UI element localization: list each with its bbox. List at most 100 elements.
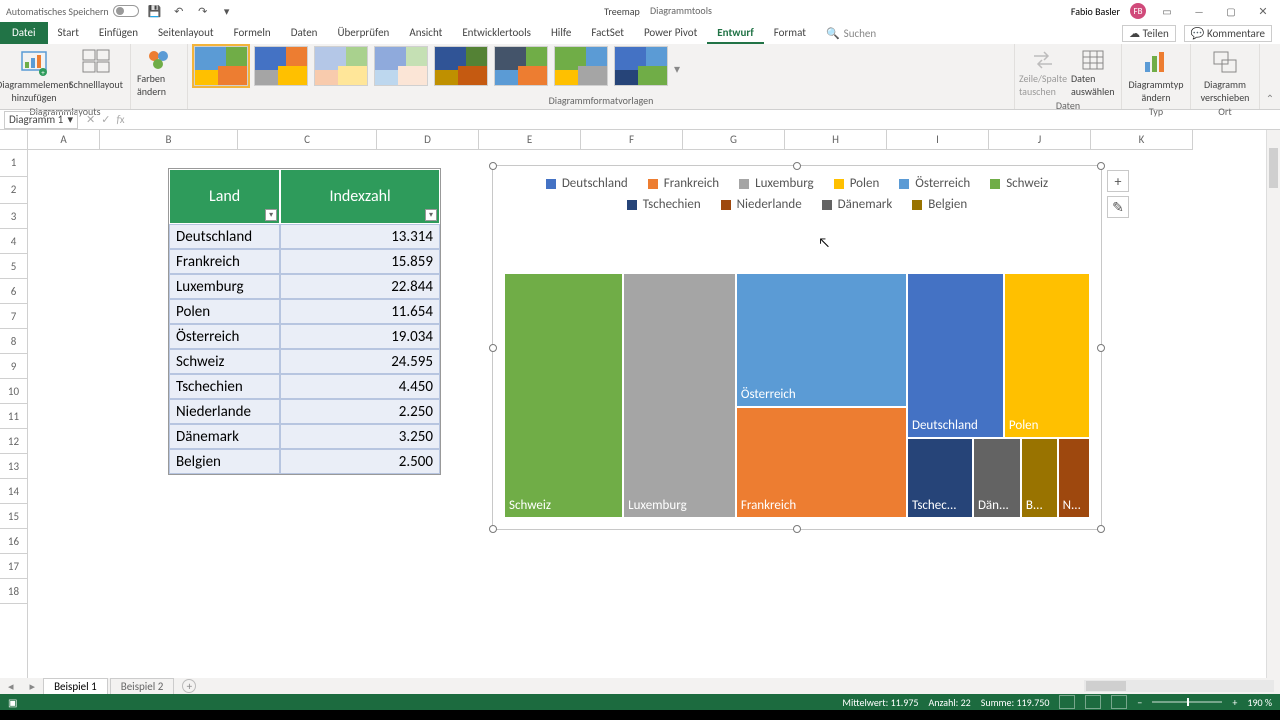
chart-style-gallery[interactable]: ▾ (194, 46, 1008, 93)
filter-dropdown-icon[interactable]: ▾ (265, 209, 277, 221)
tab-entwurf[interactable]: Entwurf (707, 22, 763, 44)
row-header-8[interactable]: 8 (0, 329, 27, 354)
qat-dropdown-icon[interactable]: ▾ (219, 3, 235, 19)
row-header-15[interactable]: 15 (0, 504, 27, 529)
treemap-rect-schweiz[interactable]: Schweiz (505, 274, 622, 517)
sheet-tab[interactable]: Beispiel 2 (110, 678, 175, 694)
col-header-E[interactable]: E (479, 130, 581, 150)
tab-power pivot[interactable]: Power Pivot (634, 22, 707, 44)
row-header-13[interactable]: 13 (0, 454, 27, 479)
row-header-10[interactable]: 10 (0, 379, 27, 404)
tab-überprüfen[interactable]: Überprüfen (327, 22, 399, 44)
tab-daten[interactable]: Daten (281, 22, 328, 44)
filter-dropdown-icon[interactable]: ▾ (425, 209, 437, 221)
row-header-6[interactable]: 6 (0, 279, 27, 304)
treemap-rect-dänemark[interactable]: Dän... (974, 439, 1020, 517)
name-box[interactable]: Diagramm 1▾ (4, 111, 78, 129)
enter-formula-icon[interactable]: ✓ (101, 113, 110, 126)
tab-einfügen[interactable]: Einfügen (89, 22, 148, 44)
col-header-D[interactable]: D (377, 130, 479, 150)
legend-item[interactable]: Polen (834, 176, 880, 191)
toggle-icon[interactable] (113, 5, 139, 17)
row-header-4[interactable]: 4 (0, 229, 27, 254)
style-gallery-more[interactable]: ▾ (674, 62, 688, 77)
change-chart-type-button[interactable]: Diagrammtyp ändern (1128, 46, 1184, 104)
tab-seitenlayout[interactable]: Seitenlayout (148, 22, 224, 44)
row-header-2[interactable]: 2 (0, 177, 27, 204)
minimize-button[interactable] (1188, 1, 1210, 21)
chart-style-8[interactable] (614, 46, 668, 86)
page-layout-view-button[interactable] (1085, 695, 1101, 709)
tab-formeln[interactable]: Formeln (224, 22, 281, 44)
chart-legend[interactable]: Deutschland Frankreich Luxemburg Polen Öster… (493, 166, 1101, 216)
legend-item[interactable]: Österreich (899, 176, 970, 191)
treemap-rect-luxemburg[interactable]: Luxemburg (624, 274, 735, 517)
row-header-11[interactable]: 11 (0, 404, 27, 429)
treemap-chart[interactable]: + ✎ DeutschlandFrankreichLuxemburgPolenÖ… (492, 165, 1102, 530)
treemap-rect-tschechien[interactable]: Tschec... (908, 439, 972, 517)
table-row[interactable]: Polen11.654 (169, 299, 440, 324)
chart-elements-button[interactable]: + (1107, 170, 1129, 192)
zoom-level[interactable]: 190 % (1247, 696, 1272, 709)
select-all-corner[interactable] (0, 130, 28, 150)
add-chart-element-button[interactable]: + Diagrammelement hinzufügen (6, 46, 62, 104)
row-headers[interactable]: 123456789101112131415161718 (0, 130, 28, 678)
col-header-H[interactable]: H (785, 130, 887, 150)
quick-layout-button[interactable]: Schnelllayout (68, 46, 124, 91)
user-avatar[interactable]: FB (1130, 3, 1146, 19)
legend-item[interactable]: Deutschland (546, 176, 628, 191)
row-header-14[interactable]: 14 (0, 479, 27, 504)
maximize-button[interactable]: ▢ (1220, 1, 1242, 21)
tab-format[interactable]: Format (764, 22, 816, 44)
row-header-12[interactable]: 12 (0, 429, 27, 454)
ribbon-display-icon[interactable]: ▭ (1156, 1, 1178, 21)
redo-icon[interactable]: ↷ (195, 3, 211, 19)
chart-styles-button[interactable]: ✎ (1107, 196, 1129, 218)
legend-item[interactable]: Schweiz (990, 176, 1048, 191)
tab-factset[interactable]: FactSet (581, 22, 634, 44)
tab-ansicht[interactable]: Ansicht (399, 22, 452, 44)
fx-icon[interactable]: fx (116, 113, 124, 126)
table-row[interactable]: Schweiz24.595 (169, 349, 440, 374)
chart-style-1[interactable] (194, 46, 248, 86)
legend-item[interactable]: Frankreich (648, 176, 719, 191)
col-header-J[interactable]: J (989, 130, 1091, 150)
chart-style-6[interactable] (494, 46, 548, 86)
treemap-rect-belgien[interactable]: B... (1022, 439, 1057, 517)
chart-style-5[interactable] (434, 46, 488, 86)
col-header-B[interactable]: B (100, 130, 238, 150)
row-header-9[interactable]: 9 (0, 354, 27, 379)
legend-item[interactable]: Luxemburg (739, 176, 814, 191)
zoom-out-button[interactable]: − (1137, 696, 1142, 709)
col-header-F[interactable]: F (581, 130, 683, 150)
col-header-A[interactable]: A (28, 130, 100, 150)
share-button[interactable]: ☁ Teilen (1122, 25, 1176, 42)
column-headers[interactable]: ABCDEFGHIJK (28, 130, 1266, 150)
treemap-rect-polen[interactable]: Polen (1005, 274, 1089, 437)
treemap-rect-österreich[interactable]: Österreich (737, 274, 906, 406)
row-header-7[interactable]: 7 (0, 304, 27, 329)
tab-start[interactable]: Start (48, 22, 89, 44)
legend-item[interactable]: Niederlande (721, 197, 802, 212)
chart-style-2[interactable] (254, 46, 308, 86)
table-row[interactable]: Niederlande2.250 (169, 399, 440, 424)
page-break-view-button[interactable] (1111, 695, 1127, 709)
vertical-scrollbar[interactable] (1266, 130, 1280, 678)
record-macro-icon[interactable]: ▣ (8, 696, 17, 709)
move-chart-button[interactable]: Diagramm verschieben (1197, 46, 1253, 104)
autosave-toggle[interactable]: Automatisches Speichern (6, 5, 139, 18)
row-header-1[interactable]: 1 (0, 150, 27, 177)
tab-entwicklertools[interactable]: Entwicklertools (452, 22, 541, 44)
formula-input[interactable] (133, 111, 1280, 129)
row-header-5[interactable]: 5 (0, 254, 27, 279)
legend-item[interactable]: Belgien (912, 197, 967, 212)
table-row[interactable]: Frankreich15.859 (169, 249, 440, 274)
treemap-plot-area[interactable]: SchweizLuxemburgÖsterreichFrankreichDeut… (505, 274, 1089, 517)
chart-style-4[interactable] (374, 46, 428, 86)
normal-view-button[interactable] (1059, 695, 1075, 709)
treemap-rect-frankreich[interactable]: Frankreich (737, 408, 906, 517)
row-header-18[interactable]: 18 (0, 579, 27, 604)
zoom-in-button[interactable]: + (1232, 696, 1237, 709)
table-row[interactable]: Tschechien4.450 (169, 374, 440, 399)
table-row[interactable]: Luxemburg22.844 (169, 274, 440, 299)
